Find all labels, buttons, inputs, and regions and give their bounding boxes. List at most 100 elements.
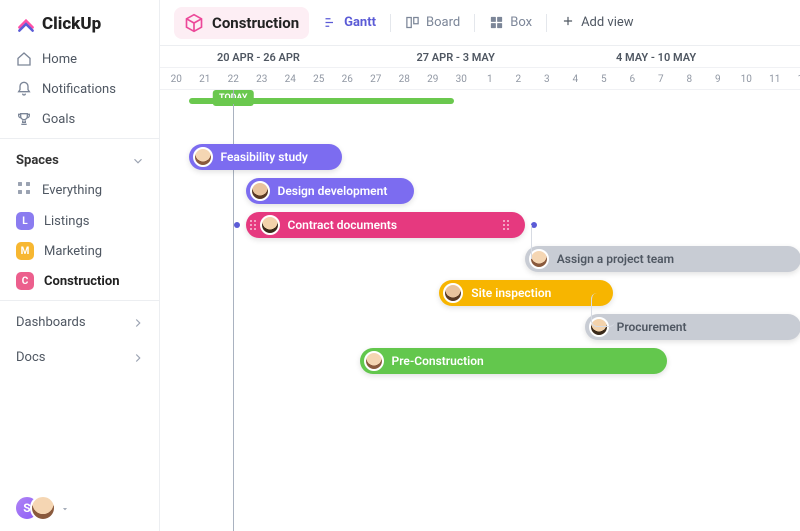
brand[interactable]: ClickUp [0,0,159,44]
gantt-day-label: 6 [618,68,647,90]
gantt-task[interactable]: Pre-Construction [360,348,668,374]
gantt-day-label: 4 [561,68,590,90]
space-chip-label: Construction [212,14,299,32]
gantt-day-label: 20 [162,68,191,90]
gantt-connector [531,225,532,259]
gantt-day-label: 21 [191,68,220,90]
clickup-logo-icon [16,14,36,34]
gantt-day-label: 12 [789,68,800,90]
grid-icon [16,180,32,200]
gantt-day-label: 23 [248,68,277,90]
gantt-task[interactable]: Assign a project team [525,246,800,272]
divider [390,14,391,32]
dependency-dot[interactable] [234,222,240,228]
gantt-body[interactable]: TODAYFeasibility studyDesign development… [160,90,800,531]
nav-dashboards[interactable]: Dashboards [0,305,159,340]
space-chip[interactable]: Construction [174,7,309,39]
gantt-day-label: 25 [305,68,334,90]
divider [0,138,159,139]
app-root: ClickUp Home Notifications Goals Spaces … [0,0,800,531]
gantt-day-label: 3 [533,68,562,90]
spaces-header-label: Spaces [16,153,59,168]
workspace-switcher[interactable]: S [0,485,159,531]
caret-down-icon [60,503,70,513]
gantt-week-row: 20 APR - 26 APR27 APR - 3 MAY4 MAY - 10 … [160,46,800,68]
gantt-task[interactable]: Contract documents [246,212,525,238]
gantt-day-label: 9 [704,68,733,90]
gantt-task[interactable]: Procurement [585,314,800,340]
nav-notifications[interactable]: Notifications [0,74,159,104]
space-badge: M [16,242,34,260]
gantt-day-label: 8 [675,68,704,90]
gantt-progress-bar [189,98,454,104]
gantt-day-label: 1 [476,68,505,90]
gantt-day-label: 2 [504,68,533,90]
spacer [0,375,159,485]
space-badge: C [16,272,34,290]
chevron-down-icon [131,154,145,168]
avatar [30,495,56,521]
nav-docs-label: Docs [16,350,45,365]
nav-dashboards-label: Dashboards [16,315,86,330]
gantt-week-label: 4 MAY - 10 MAY [616,46,696,68]
add-view-label: Add view [581,15,634,30]
gantt-day-label: 28 [390,68,419,90]
gantt-task-label: Feasibility study [221,150,308,164]
assignee-avatar[interactable] [260,215,280,235]
view-tab-gantt[interactable]: Gantt [323,15,376,30]
gantt-day-label: 24 [276,68,305,90]
cube-icon [184,13,204,33]
space-construction[interactable]: C Construction [0,266,159,296]
view-tab-board[interactable]: Board [405,15,460,30]
nav-goals-label: Goals [42,112,75,127]
divider [0,300,159,301]
gantt-day-row: 2021222324252627282930123456789101112 [160,68,800,90]
drag-handle-icon[interactable] [250,220,258,230]
gantt-task-label: Pre-Construction [392,354,484,368]
view-tab-box[interactable]: Box [489,15,532,30]
gantt-task[interactable]: Site inspection [439,280,613,306]
nav-home[interactable]: Home [0,44,159,74]
assignee-avatar[interactable] [443,283,463,303]
gantt-day-label: 29 [419,68,448,90]
assignee-avatar[interactable] [529,249,549,269]
space-everything[interactable]: Everything [0,174,159,206]
gantt-day-label: 30 [447,68,476,90]
box-icon [489,15,504,30]
brand-name: ClickUp [42,14,101,34]
divider [474,14,475,32]
home-icon [16,51,32,67]
space-listings[interactable]: L Listings [0,206,159,236]
add-view-button[interactable]: Add view [561,14,634,32]
gantt-task-label: Assign a project team [557,252,674,266]
gantt-day-label: 10 [732,68,761,90]
nav-docs[interactable]: Docs [0,340,159,375]
gantt-task[interactable]: Feasibility study [189,144,343,170]
gantt-task[interactable]: Design development [246,178,414,204]
assignee-avatar[interactable] [193,147,213,167]
board-icon [405,15,420,30]
drag-handle-icon[interactable] [503,220,511,230]
gantt-task-label: Design development [278,184,388,198]
view-tab-label: Board [426,15,460,30]
chevron-right-icon [131,316,145,330]
divider [546,14,547,32]
view-tab-label: Gantt [344,15,376,30]
assignee-avatar[interactable] [364,351,384,371]
nav-goals[interactable]: Goals [0,104,159,134]
gantt-icon [323,15,338,30]
main: Construction Gantt Board Box Add view [160,0,800,531]
gantt-day-label: 22 [219,68,248,90]
chevron-right-icon [131,351,145,365]
space-marketing[interactable]: M Marketing [0,236,159,266]
gantt-day-label: 11 [761,68,790,90]
bell-icon [16,81,32,97]
gantt-week-label: 27 APR - 3 MAY [417,46,495,68]
space-badge: L [16,212,34,230]
space-label: Listings [44,214,89,229]
plus-icon [561,14,575,32]
gantt-day-label: 5 [590,68,619,90]
spaces-header[interactable]: Spaces [0,143,159,174]
assignee-avatar[interactable] [250,181,270,201]
gantt-chart[interactable]: 20 APR - 26 APR27 APR - 3 MAY4 MAY - 10 … [160,46,800,531]
